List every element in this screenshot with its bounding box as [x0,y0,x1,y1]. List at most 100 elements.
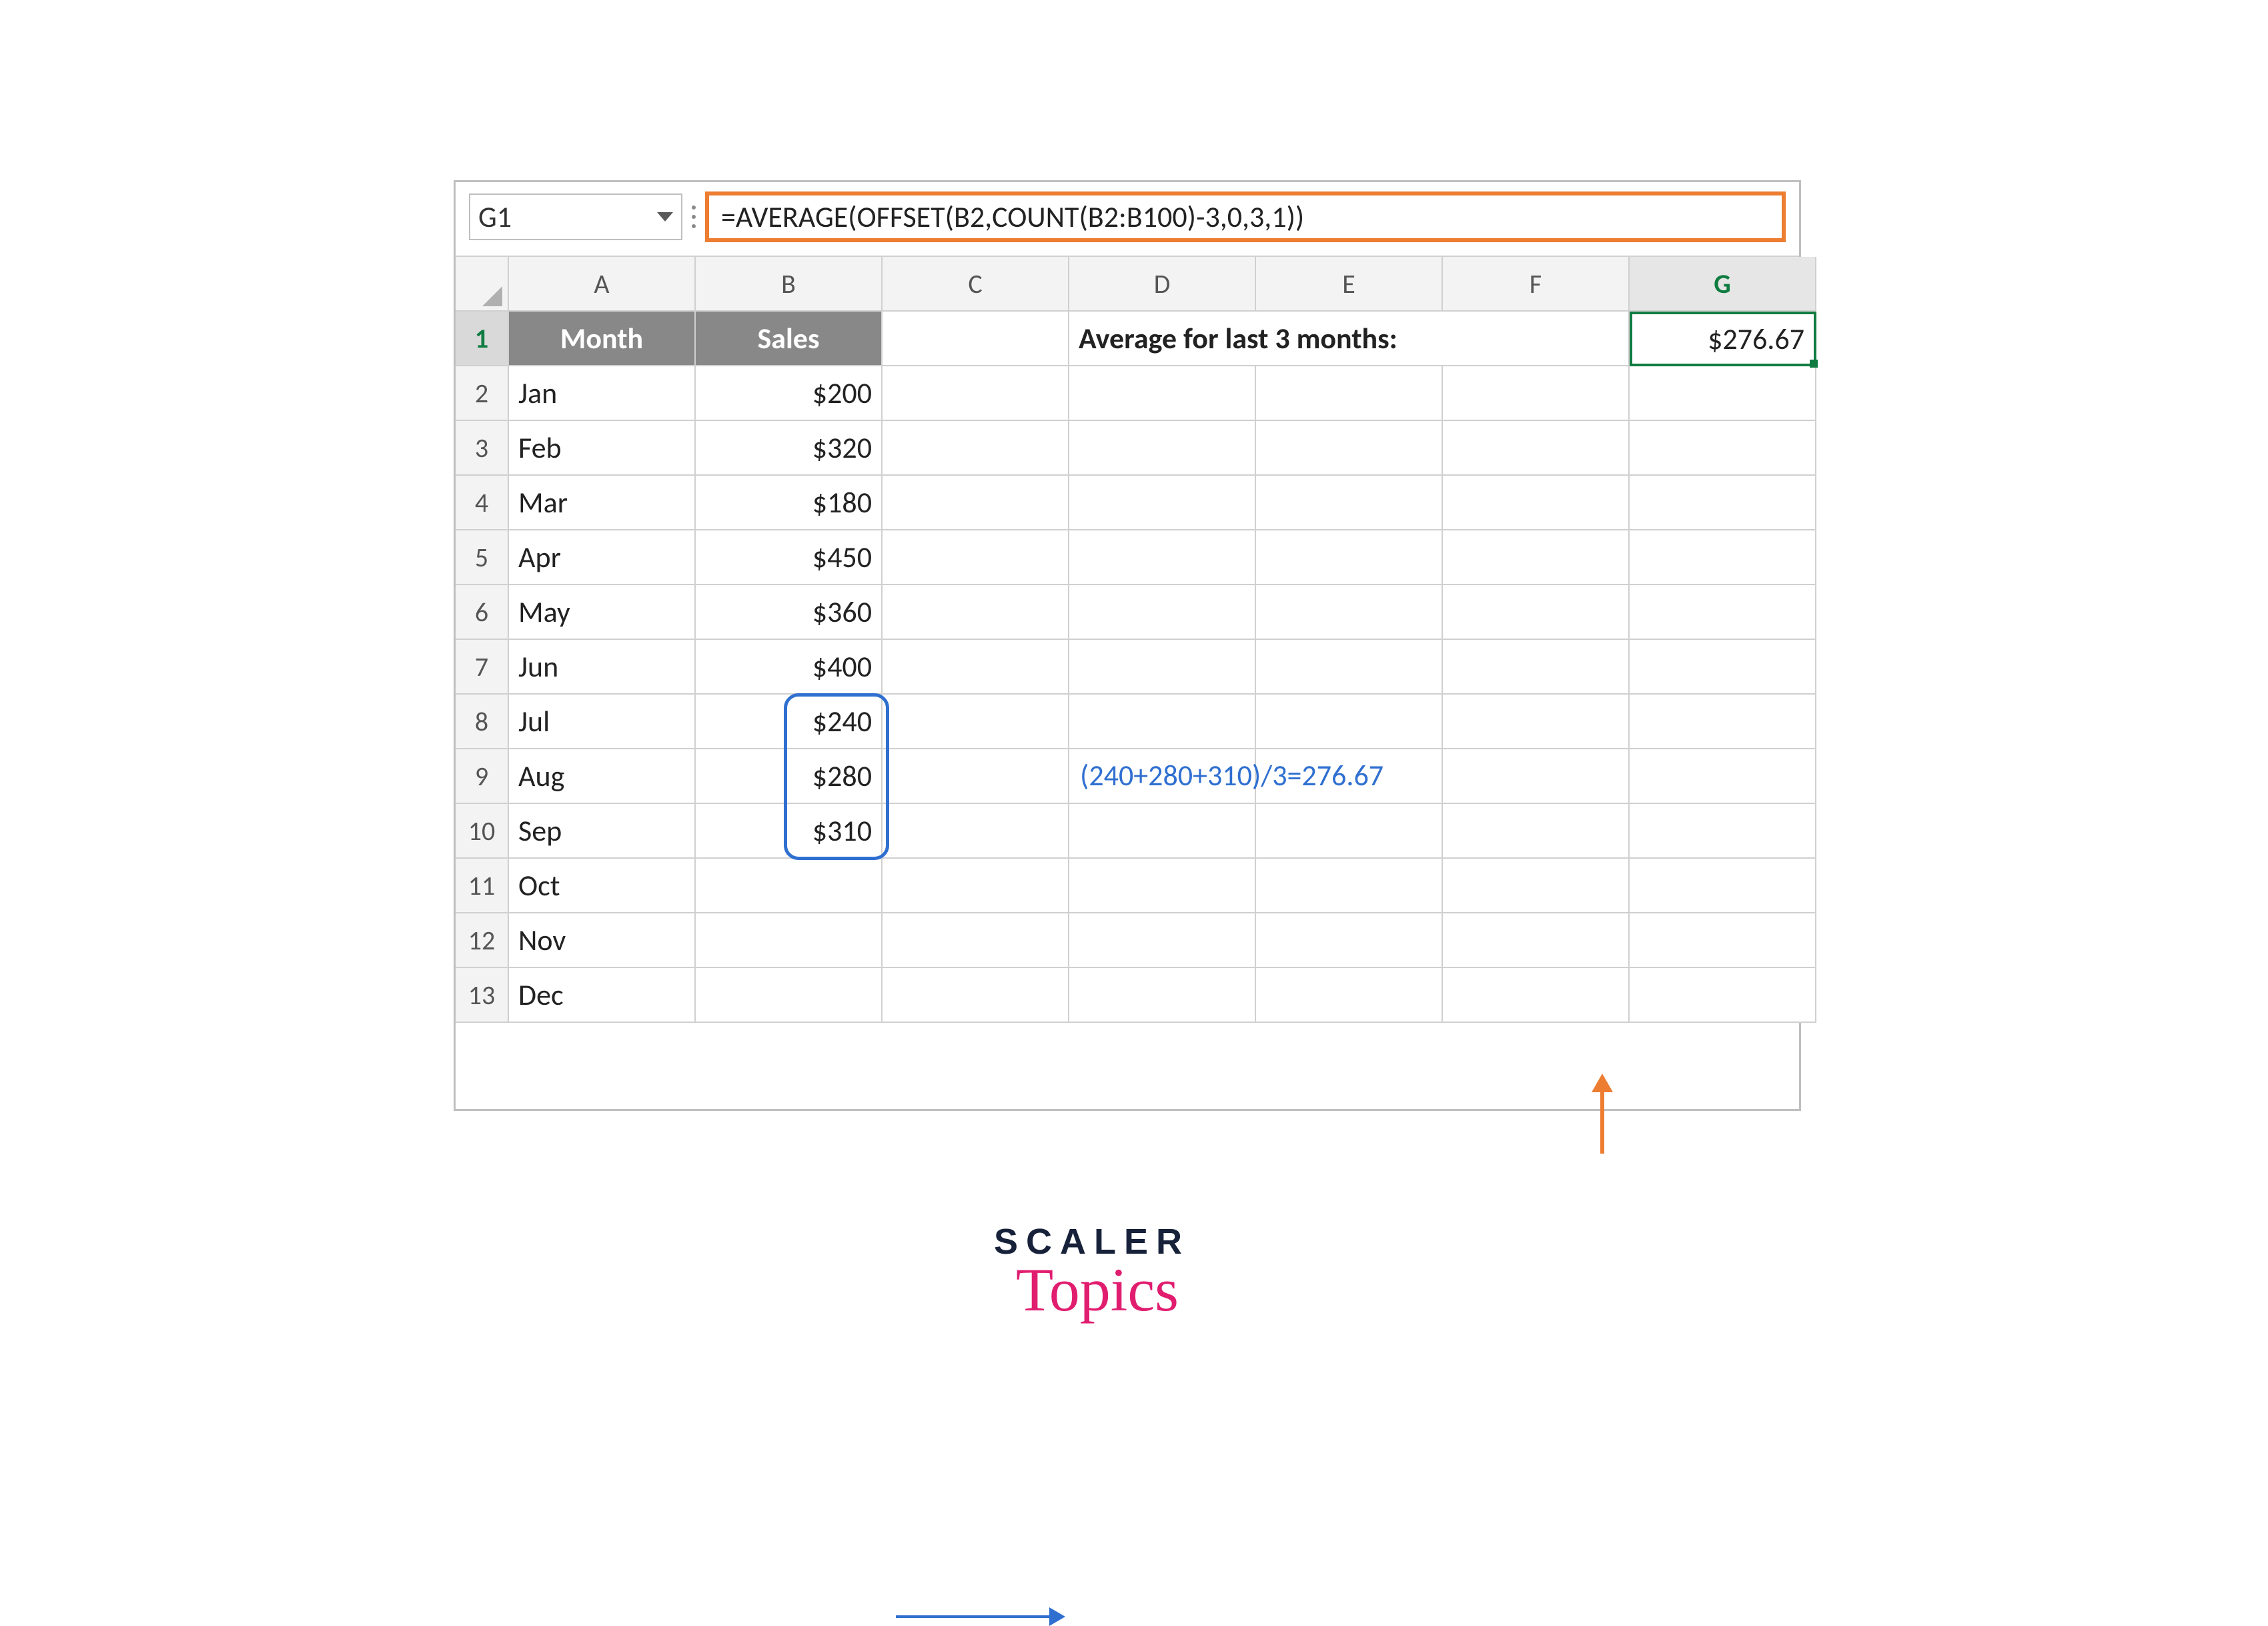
cell-G9[interactable] [1630,749,1816,804]
cell-C5[interactable] [883,530,1069,585]
cell-D9[interactable] [1069,749,1256,804]
cell-D10[interactable] [1069,804,1256,859]
row-header-8[interactable]: 8 [456,695,509,749]
cell-A7[interactable]: Jun [509,640,696,695]
cell-G3[interactable] [1630,421,1816,476]
cell-A5[interactable]: Apr [509,530,696,585]
col-header-F[interactable]: F [1443,257,1630,312]
cell-A2[interactable]: Jan [509,366,696,421]
name-box[interactable]: G1 [469,193,682,240]
cell-G8[interactable] [1630,695,1816,749]
cell-F6[interactable] [1443,585,1630,640]
cell-F4[interactable] [1443,476,1630,530]
cell-B5[interactable]: $450 [696,530,883,585]
cell-B3[interactable]: $320 [696,421,883,476]
cell-B2[interactable]: $200 [696,366,883,421]
cell-B9[interactable]: $280 [696,749,883,804]
cell-A3[interactable]: Feb [509,421,696,476]
cell-D12[interactable] [1069,913,1256,968]
row-header-7[interactable]: 7 [456,640,509,695]
cell-B1-header[interactable]: Sales [696,312,883,366]
row-header-10[interactable]: 10 [456,804,509,859]
cell-C12[interactable] [883,913,1069,968]
row-header-6[interactable]: 6 [456,585,509,640]
cell-B8[interactable]: $240 [696,695,883,749]
cell-G13[interactable] [1630,968,1816,1023]
cell-B6[interactable]: $360 [696,585,883,640]
cell-F7[interactable] [1443,640,1630,695]
average-label[interactable]: Average for last 3 months: [1069,312,1630,366]
cell-E8[interactable] [1256,695,1443,749]
cell-D2[interactable] [1069,366,1256,421]
row-header-4[interactable]: 4 [456,476,509,530]
cell-C1[interactable] [883,312,1069,366]
drag-handle-dots-icon[interactable] [690,206,697,228]
row-header-5[interactable]: 5 [456,530,509,585]
cell-C9[interactable] [883,749,1069,804]
cell-F5[interactable] [1443,530,1630,585]
chevron-down-icon[interactable] [657,212,673,222]
col-header-A[interactable]: A [509,257,696,312]
select-all-corner[interactable] [456,257,509,312]
col-header-B[interactable]: B [696,257,883,312]
cell-D4[interactable] [1069,476,1256,530]
cell-F9[interactable] [1443,749,1630,804]
formula-bar[interactable]: =AVERAGE(OFFSET(B2,COUNT(B2:B100)-3,0,3,… [705,191,1786,242]
row-header-12[interactable]: 12 [456,913,509,968]
cell-G10[interactable] [1630,804,1816,859]
cell-C4[interactable] [883,476,1069,530]
cell-C8[interactable] [883,695,1069,749]
cell-C7[interactable] [883,640,1069,695]
cell-F8[interactable] [1443,695,1630,749]
cell-B13[interactable] [696,968,883,1023]
cell-G1-average-value[interactable]: $276.67 [1630,312,1816,366]
cell-A13[interactable]: Dec [509,968,696,1023]
col-header-E[interactable]: E [1256,257,1443,312]
row-header-3[interactable]: 3 [456,421,509,476]
cell-F10[interactable] [1443,804,1630,859]
cell-E3[interactable] [1256,421,1443,476]
col-header-D[interactable]: D [1069,257,1256,312]
cell-A12[interactable]: Nov [509,913,696,968]
cell-C13[interactable] [883,968,1069,1023]
cell-E11[interactable] [1256,859,1443,913]
cell-A11[interactable]: Oct [509,859,696,913]
cell-G6[interactable] [1630,585,1816,640]
cell-G5[interactable] [1630,530,1816,585]
cell-D5[interactable] [1069,530,1256,585]
row-header-11[interactable]: 11 [456,859,509,913]
cell-F12[interactable] [1443,913,1630,968]
cell-D3[interactable] [1069,421,1256,476]
cell-E13[interactable] [1256,968,1443,1023]
cell-D11[interactable] [1069,859,1256,913]
cell-D8[interactable] [1069,695,1256,749]
row-header-1[interactable]: 1 [456,312,509,366]
cell-B4[interactable]: $180 [696,476,883,530]
cell-E2[interactable] [1256,366,1443,421]
cell-G11[interactable] [1630,859,1816,913]
cell-G4[interactable] [1630,476,1816,530]
row-header-13[interactable]: 13 [456,968,509,1023]
cell-A4[interactable]: Mar [509,476,696,530]
cell-A6[interactable]: May [509,585,696,640]
cell-B7[interactable]: $400 [696,640,883,695]
cell-G7[interactable] [1630,640,1816,695]
cell-C6[interactable] [883,585,1069,640]
cell-E6[interactable] [1256,585,1443,640]
cell-C3[interactable] [883,421,1069,476]
cell-B10[interactable]: $310 [696,804,883,859]
cell-E5[interactable] [1256,530,1443,585]
cell-E10[interactable] [1256,804,1443,859]
cell-B12[interactable] [696,913,883,968]
cell-A1-header[interactable]: Month [509,312,696,366]
cell-B11[interactable] [696,859,883,913]
cell-F2[interactable] [1443,366,1630,421]
cell-D13[interactable] [1069,968,1256,1023]
row-header-9[interactable]: 9 [456,749,509,804]
cell-E7[interactable] [1256,640,1443,695]
cell-A9[interactable]: Aug [509,749,696,804]
cell-E4[interactable] [1256,476,1443,530]
row-header-2[interactable]: 2 [456,366,509,421]
cell-C2[interactable] [883,366,1069,421]
cell-D7[interactable] [1069,640,1256,695]
